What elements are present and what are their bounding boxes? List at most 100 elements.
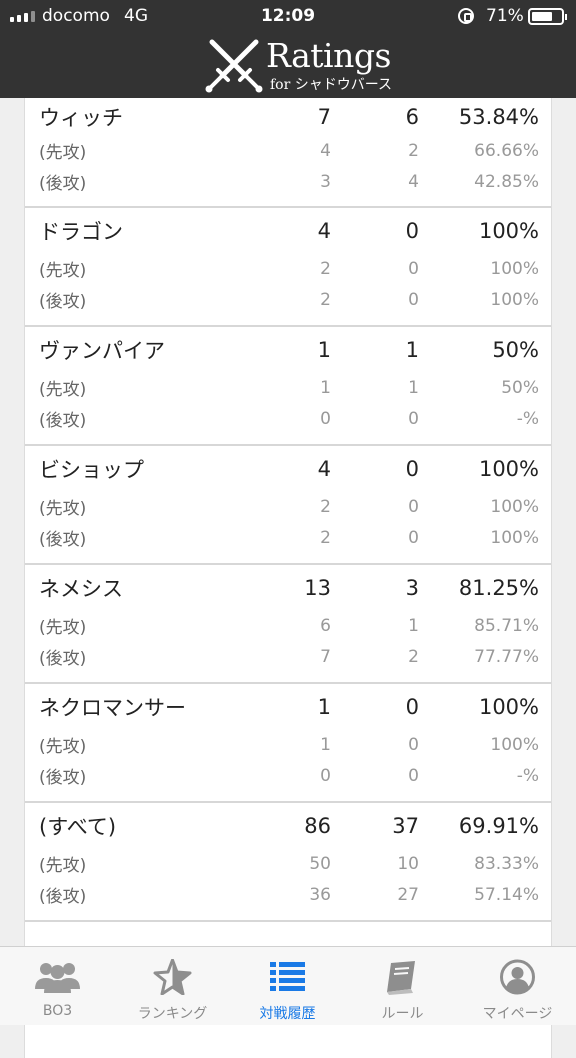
win-rate-value: 100%: [490, 527, 539, 548]
win-rate-value: 83.33%: [474, 853, 539, 874]
wins-value: 7: [320, 646, 331, 667]
star-icon: [153, 959, 192, 995]
losses-value: 0: [408, 765, 419, 786]
first-turn-row: (先攻) 2 0 100%: [25, 253, 551, 284]
win-rate-value: 100%: [478, 694, 539, 719]
win-rate-value: 100%: [490, 289, 539, 310]
tab-bo3[interactable]: BO3: [0, 947, 115, 1025]
class-group: ネメシス 13 3 81.25% (先攻) 6 1 85.71% (後攻) 7 2 77.77%: [25, 565, 551, 684]
losses-value: 1: [408, 377, 419, 398]
losses-value: 1: [408, 615, 419, 636]
class-summary-row: (すべて) 86 37 69.91%: [25, 803, 551, 848]
win-rate-value: 77.77%: [474, 646, 539, 667]
win-rate-value: -%: [516, 408, 539, 429]
row-label: (先攻): [39, 856, 87, 876]
win-rate-value: 53.84%: [458, 104, 539, 129]
tab-label: BO3: [42, 1003, 73, 1019]
wins-value: 4: [317, 218, 331, 243]
losses-value: 1: [405, 337, 419, 362]
losses-value: 2: [408, 140, 419, 161]
win-rate-value: 50%: [492, 337, 539, 362]
row-label: (後攻): [39, 768, 87, 788]
class-group: ドラゴン 4 0 100% (先攻) 2 0 100% (後攻) 2 0 100%: [25, 208, 551, 327]
win-rate-value: 100%: [490, 734, 539, 755]
win-rate-value: 50%: [501, 377, 539, 398]
win-rate-value: 100%: [478, 456, 539, 481]
first-turn-row: (先攻) 6 1 85.71%: [25, 610, 551, 641]
losses-value: 0: [408, 527, 419, 548]
class-summary-row: ウィッチ 7 6 53.84%: [25, 98, 551, 135]
row-label: ネクロマンサー: [39, 695, 186, 720]
wins-value: 1: [320, 377, 331, 398]
users-icon: [35, 963, 80, 993]
bottom-tab-bar: BO3 ランキング 対戦履歴 ルール マイページ: [0, 946, 576, 1025]
win-rate-value: 81.25%: [458, 575, 539, 600]
wins-value: 1: [317, 694, 331, 719]
win-rate-value: 85.71%: [474, 615, 539, 636]
wins-value: 4: [320, 140, 331, 161]
tab-rules[interactable]: ルール: [345, 947, 460, 1025]
class-summary-row: ネクロマンサー 1 0 100%: [25, 684, 551, 729]
first-turn-row: (先攻) 50 10 83.33%: [25, 848, 551, 879]
losses-value: 0: [408, 289, 419, 310]
losses-value: 27: [397, 884, 419, 905]
wins-value: 7: [317, 104, 331, 129]
row-label: (後攻): [39, 292, 87, 312]
class-winrate-table: ウィッチ 7 6 53.84% (先攻) 4 2 66.66% (後攻) 3 4 42.85% ドラゴン…: [24, 98, 552, 1058]
first-turn-row: (先攻) 1 0 100%: [25, 729, 551, 760]
logo-title: Ratings: [266, 36, 391, 75]
second-turn-row: (後攻) 0 0 -%: [25, 760, 551, 791]
crossed-swords-icon: [205, 39, 263, 93]
second-turn-row: (後攻) 36 27 57.14%: [25, 879, 551, 910]
row-label: ウィッチ: [39, 105, 123, 130]
app-header: docomo 4G 12:09 71% Ratings for シャドウバース: [0, 0, 576, 98]
tab-ranking[interactable]: ランキング: [115, 947, 230, 1025]
row-label: ヴァンパイア: [39, 338, 165, 363]
losses-value: 0: [405, 694, 419, 719]
battery-percent: 71%: [486, 6, 524, 26]
tab-label: マイページ: [482, 1006, 553, 1022]
wins-value: 1: [317, 337, 331, 362]
losses-value: 2: [408, 646, 419, 667]
row-label: (先攻): [39, 737, 87, 757]
wins-value: 50: [309, 853, 331, 874]
losses-value: 0: [408, 496, 419, 517]
class-summary-row: ネメシス 13 3 81.25%: [25, 565, 551, 610]
wins-value: 2: [320, 496, 331, 517]
app-logo[interactable]: Ratings for シャドウバース: [200, 34, 400, 96]
tab-my-page[interactable]: マイページ: [460, 947, 575, 1025]
win-rate-value: 100%: [478, 218, 539, 243]
row-label: ビショップ: [39, 457, 144, 482]
class-summary-row: ビショップ 4 0 100%: [25, 446, 551, 491]
row-label: (先攻): [39, 143, 87, 163]
row-label: (後攻): [39, 887, 87, 907]
win-rate-value: 66.66%: [474, 140, 539, 161]
wins-value: 0: [320, 408, 331, 429]
wins-value: 4: [317, 456, 331, 481]
class-group: (すべて) 86 37 69.91% (先攻) 50 10 83.33% (後攻) 36 27 57.…: [25, 803, 551, 922]
row-label: (後攻): [39, 530, 87, 550]
losses-value: 37: [392, 813, 419, 838]
win-rate-value: 69.91%: [458, 813, 539, 838]
losses-value: 10: [397, 853, 419, 874]
win-rate-value: 57.14%: [474, 884, 539, 905]
win-rate-value: 100%: [490, 258, 539, 279]
row-label: (すべて): [39, 814, 117, 839]
rotation-lock-icon: [458, 8, 474, 24]
losses-value: 6: [405, 104, 419, 129]
row-label: (後攻): [39, 411, 87, 431]
second-turn-row: (後攻) 3 4 42.85%: [25, 166, 551, 197]
book-icon: [387, 961, 415, 995]
tab-match-history[interactable]: 対戦履歴: [230, 947, 345, 1025]
second-turn-row: (後攻) 2 0 100%: [25, 284, 551, 315]
win-rate-value: 42.85%: [474, 171, 539, 192]
first-turn-row: (先攻) 1 1 50%: [25, 372, 551, 403]
wins-value: 2: [320, 289, 331, 310]
second-turn-row: (後攻) 7 2 77.77%: [25, 641, 551, 672]
second-turn-row: (後攻) 0 0 -%: [25, 403, 551, 434]
second-turn-row: (後攻) 2 0 100%: [25, 522, 551, 553]
wins-value: 6: [320, 615, 331, 636]
tab-label: ルール: [381, 1006, 424, 1022]
class-group: ヴァンパイア 1 1 50% (先攻) 1 1 50% (後攻) 0 0 -%: [25, 327, 551, 446]
tab-label: ランキング: [137, 1006, 208, 1022]
